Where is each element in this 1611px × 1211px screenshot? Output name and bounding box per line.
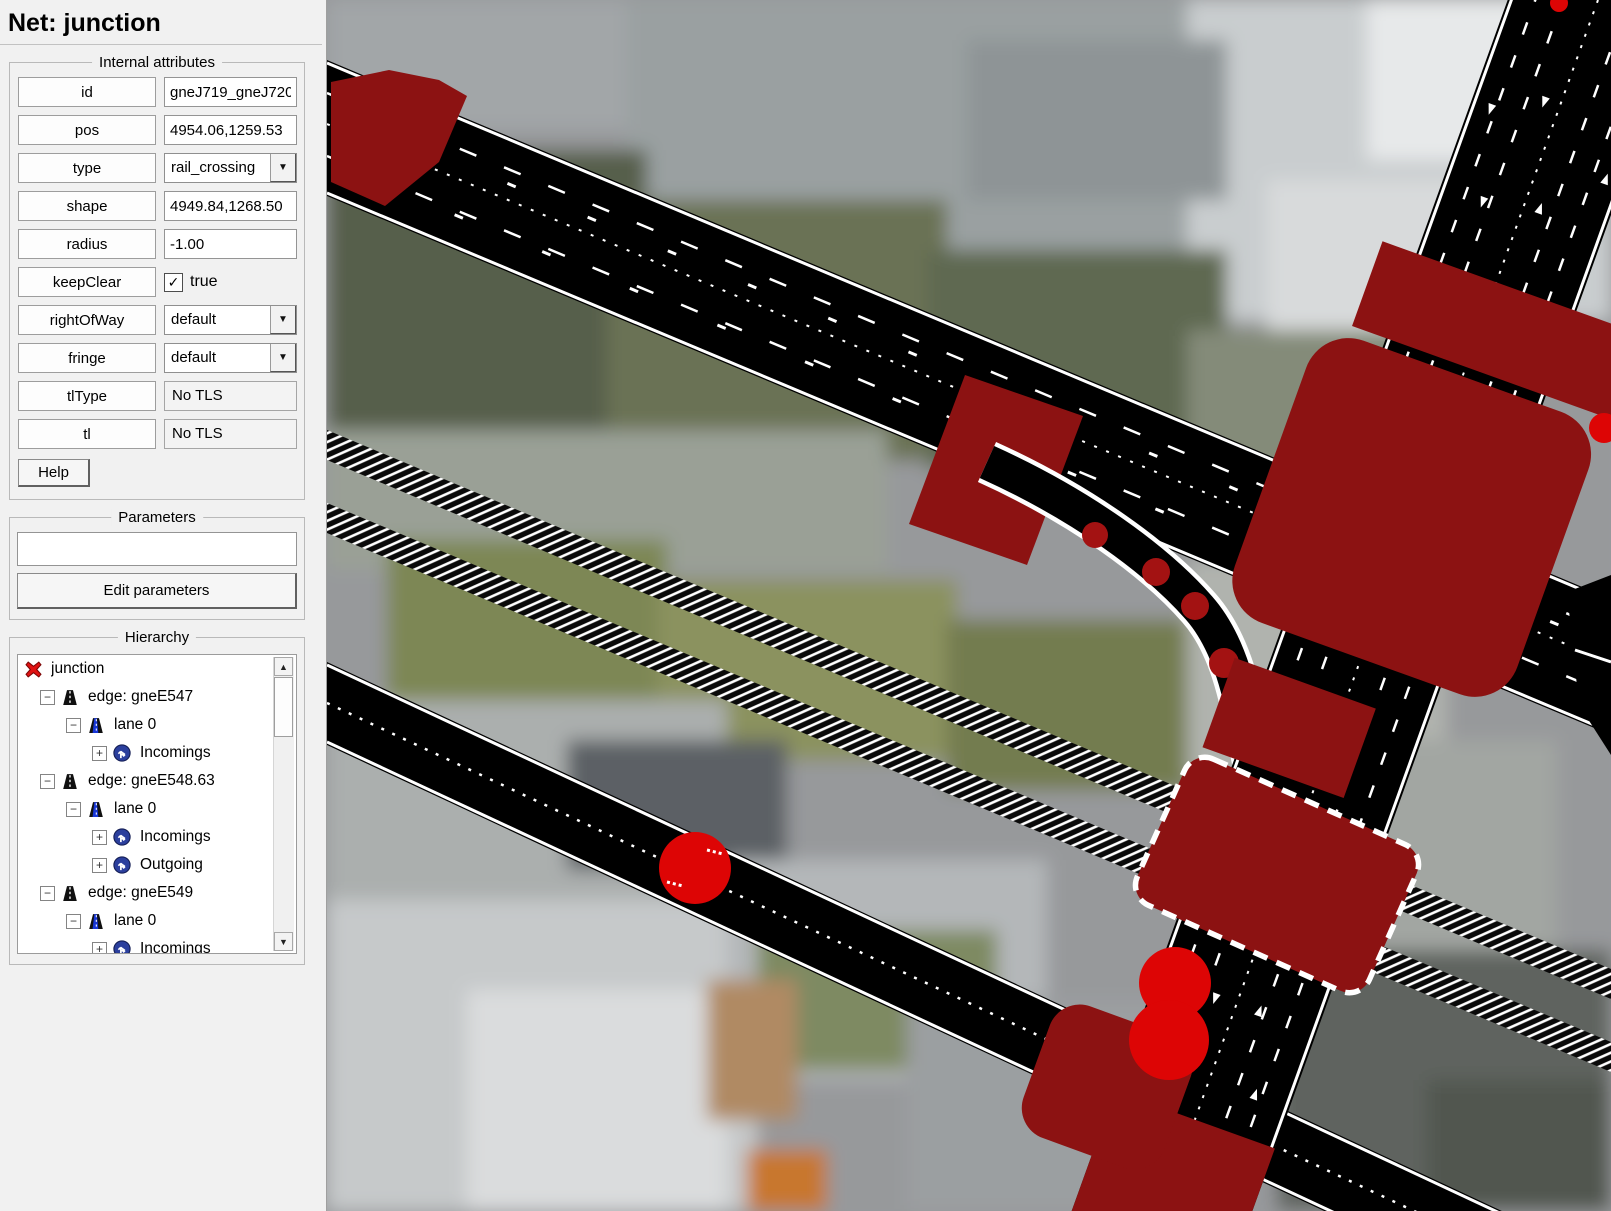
attr-row-id: id [18,77,297,107]
tltype-value: No TLS [164,381,297,411]
scroll-down-icon[interactable]: ▼ [274,932,293,951]
connections-icon [113,744,133,762]
connections-icon [113,856,133,874]
tl-value: No TLS [164,419,297,449]
map-view[interactable] [327,0,1611,1211]
junction-bubble[interactable] [659,832,731,904]
collapse-toggle[interactable]: − [66,718,81,733]
lane-icon [87,716,107,734]
collapse-toggle[interactable]: − [66,802,81,817]
tree-item-lane[interactable]: − lane 0 [18,711,296,739]
group-title: Internal attributes [92,54,222,71]
chevron-down-icon[interactable]: ▼ [270,306,296,334]
lane-icon [87,912,107,930]
hierarchy-tree[interactable]: junction − edge: gneE547 − lane 0 [17,654,297,954]
mini-junction-dot [1082,522,1108,548]
tree-item-incomings[interactable]: + Incomings [18,823,296,851]
attr-row-radius: radius [18,229,297,259]
tree-item-incomings[interactable]: + Incomings [18,935,296,954]
inspector-panel: Net: junction Internal attributes id pos… [0,0,327,1211]
group-title: Parameters [111,509,203,526]
collapse-toggle[interactable]: − [40,774,55,789]
internal-attributes-group: Internal attributes id pos type rail_cro… [9,62,305,500]
tree-item-edge[interactable]: − edge: gneE547 [18,683,296,711]
radius-field[interactable] [164,229,297,259]
collapse-toggle[interactable]: − [66,914,81,929]
edge-icon [61,772,81,790]
pos-field[interactable] [164,115,297,145]
help-button[interactable]: Help [18,459,90,487]
collapse-toggle[interactable]: − [40,690,55,705]
group-title: Hierarchy [118,629,196,646]
collapse-toggle[interactable]: − [40,886,55,901]
type-select[interactable]: rail_crossing ▼ [164,153,297,183]
mini-junction-dot [1181,592,1209,620]
id-field[interactable] [164,77,297,107]
attr-row-pos: pos [18,115,297,145]
tltype-label-button[interactable]: tlType [18,381,156,411]
tree-item-lane[interactable]: − lane 0 [18,795,296,823]
type-label-button[interactable]: type [18,153,156,183]
junction-icon [24,660,44,678]
tree-item-incomings[interactable]: + Incomings [18,739,296,767]
tree-scrollbar[interactable]: ▲ ▼ [273,657,294,951]
expand-toggle[interactable]: + [92,746,107,761]
connections-icon [113,940,133,954]
edge-icon [61,884,81,902]
network-canvas[interactable] [327,0,1611,1211]
junction-bubble[interactable] [1129,1000,1209,1080]
tl-label-button[interactable]: tl [18,419,156,449]
parameters-group: Parameters Edit parameters [9,517,305,620]
connections-icon [113,828,133,846]
page-title: Net: junction [0,0,326,44]
attr-row-keepclear: keepClear ✓ true [18,267,297,297]
scrollbar-thumb[interactable] [274,677,293,737]
shape-field[interactable] [164,191,297,221]
netedit-window: Net: junction Internal attributes id pos… [0,0,1611,1211]
tree-item-lane[interactable]: − lane 0 [18,907,296,935]
attr-row-tl: tl No TLS [18,419,297,449]
keepclear-checkbox[interactable]: ✓ [164,273,183,292]
edit-parameters-button[interactable]: Edit parameters [17,573,297,609]
parameters-input[interactable] [17,532,297,566]
fringe-select[interactable]: default ▼ [164,343,297,373]
keepclear-value: true [190,273,218,291]
attr-row-rightofway: rightOfWay default ▼ [18,305,297,335]
tree-item-outgoing[interactable]: + Outgoing [18,851,296,879]
attr-row-fringe: fringe default ▼ [18,343,297,373]
scroll-up-icon[interactable]: ▲ [274,657,293,676]
attr-row-shape: shape [18,191,297,221]
id-label-button[interactable]: id [18,77,156,107]
edge-icon [61,688,81,706]
keepclear-label-button[interactable]: keepClear [18,267,156,297]
rightofway-select[interactable]: default ▼ [164,305,297,335]
chevron-down-icon[interactable]: ▼ [270,344,296,372]
tree-item-edge[interactable]: − edge: gneE549 [18,879,296,907]
rightofway-label-button[interactable]: rightOfWay [18,305,156,335]
tree-item-edge[interactable]: − edge: gneE548.63 [18,767,296,795]
fringe-label-button[interactable]: fringe [18,343,156,373]
pos-label-button[interactable]: pos [18,115,156,145]
title-separator [0,44,322,45]
chevron-down-icon[interactable]: ▼ [270,154,296,182]
expand-toggle[interactable]: + [92,942,107,955]
attr-row-type: type rail_crossing ▼ [18,153,297,183]
mini-junction-dot [1142,558,1170,586]
expand-toggle[interactable]: + [92,830,107,845]
shape-label-button[interactable]: shape [18,191,156,221]
radius-label-button[interactable]: radius [18,229,156,259]
lane-icon [87,800,107,818]
attr-row-tltype: tlType No TLS [18,381,297,411]
expand-toggle[interactable]: + [92,858,107,873]
tree-item-junction[interactable]: junction [18,655,296,683]
hierarchy-group: Hierarchy junction − edge: gneE547 [9,637,305,965]
